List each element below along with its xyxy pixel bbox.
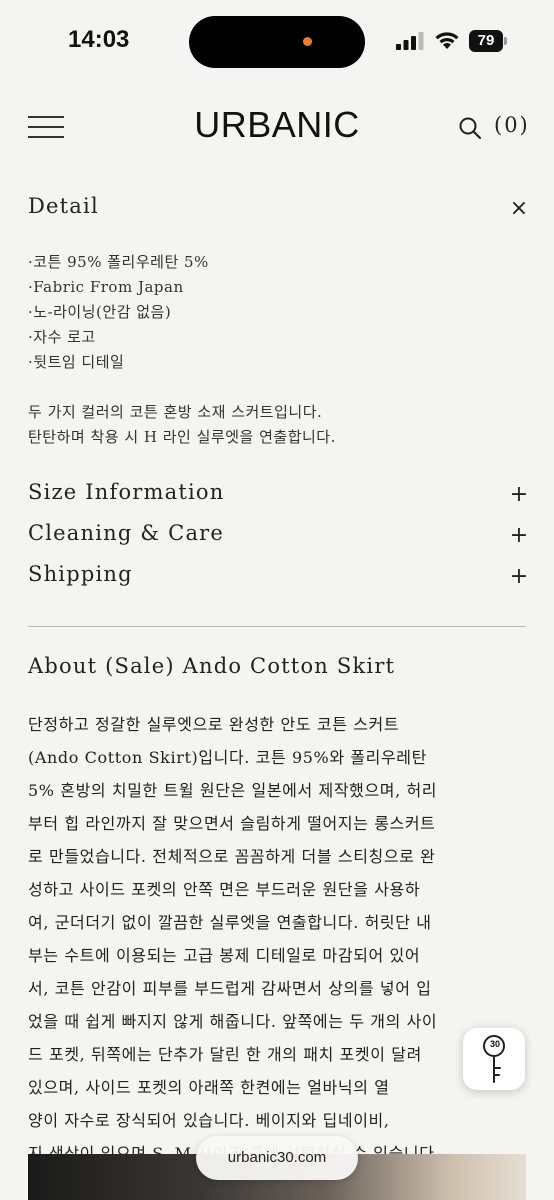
- browser-address-bar[interactable]: urbanic30.com: [196, 1136, 358, 1180]
- detail-bullet: ·뒷트임 디테일: [28, 353, 125, 371]
- detail-description: 두 가지 컬러의 코튼 혼방 소재 스커트입니다. 탄탄하며 착용 시 H 라인…: [28, 400, 336, 450]
- about-line: 있으며, 사이드 포켓의 아래쪽 한켠에는 얼바닉의 열: [28, 1078, 390, 1097]
- detail-bullet: ·노-라이닝(안감 없음): [28, 303, 172, 321]
- shipping-title[interactable]: Shipping: [28, 562, 133, 586]
- about-line: (Ando Cotton Skirt)입니다. 코튼 95%와 폴리우레탄: [28, 748, 427, 767]
- detail-description-line: 탄탄하며 착용 시 H 라인 실루엣을 연출합니다.: [28, 428, 336, 446]
- shipping-expand-icon[interactable]: +: [508, 564, 530, 589]
- coupon-floating-button[interactable]: 30: [463, 1028, 525, 1090]
- about-line: 5% 혼방의 치밀한 트윌 원단은 일본에서 제작했으며, 허리: [28, 781, 438, 800]
- about-line: 부터 힙 라인까지 잘 맞으면서 슬림하게 떨어지는 롱스커트: [28, 814, 436, 833]
- about-line: 여, 군더더기 없이 깔끔한 실루엣을 연출합니다. 허릿단 내: [28, 913, 432, 932]
- about-line: 성하고 사이드 포켓의 안쪽 면은 부드러운 원단을 사용하: [28, 880, 421, 899]
- section-divider: [28, 626, 526, 627]
- cleaning-care-expand-icon[interactable]: +: [508, 523, 530, 548]
- cellular-signal-icon: [396, 32, 424, 50]
- detail-bullet-list: ·코튼 95% 폴리우레탄 5% ·Fabric From Japan ·노-라…: [28, 250, 209, 375]
- status-time: 14:03: [68, 26, 130, 53]
- about-line: 었을 때 쉽게 빠지지 않게 해줍니다. 앞쪽에는 두 개의 사이: [28, 1012, 438, 1031]
- status-bar: 14:03 79: [0, 0, 554, 84]
- wifi-icon: [435, 32, 459, 49]
- privacy-indicator-dot: [303, 37, 312, 46]
- cart-button[interactable]: (0): [494, 113, 530, 137]
- detail-bullet: ·자수 로고: [28, 328, 96, 346]
- dynamic-island: [189, 16, 365, 68]
- about-title: About (Sale) Ando Cotton Skirt: [28, 654, 396, 678]
- size-information-title[interactable]: Size Information: [28, 480, 225, 504]
- coupon-number: 30: [489, 1039, 500, 1049]
- about-line: 드 포켓, 뒤쪽에는 단추가 달린 한 개의 패치 포켓이 달려: [28, 1045, 422, 1064]
- search-icon[interactable]: [458, 116, 482, 140]
- detail-description-line: 두 가지 컬러의 코튼 혼방 소재 스커트입니다.: [28, 403, 323, 421]
- detail-bullet: ·Fabric From Japan: [28, 278, 184, 296]
- detail-bullet: ·코튼 95% 폴리우레탄 5%: [28, 253, 209, 271]
- battery-level: 79: [469, 30, 503, 52]
- about-line: 부는 수트에 이용되는 고급 봉제 디테일로 마감되어 있어: [28, 946, 421, 965]
- cleaning-care-title[interactable]: Cleaning & Care: [28, 521, 224, 545]
- about-line: 단정하고 정갈한 실루엣으로 완성한 안도 코튼 스커트: [28, 715, 400, 734]
- detail-close-icon[interactable]: ×: [508, 196, 530, 221]
- about-line: 로 만들었습니다. 전체적으로 꼼꼼하게 더블 스티칭으로 완: [28, 847, 436, 866]
- detail-section-title[interactable]: Detail: [28, 194, 99, 218]
- about-line: 양이 자수로 장식되어 있습니다. 베이지와 딥네이비,: [28, 1111, 390, 1130]
- size-information-expand-icon[interactable]: +: [508, 482, 530, 507]
- battery-cap: [504, 37, 507, 45]
- battery-indicator: 79: [469, 30, 507, 52]
- about-line: 서, 코튼 안감이 피부를 부드럽게 감싸면서 상의를 넣어 입: [28, 979, 432, 998]
- site-header: URBANIC (0): [0, 96, 554, 160]
- about-description: 단정하고 정갈한 실루엣으로 완성한 안도 코튼 스커트 (Ando Cotto…: [28, 708, 526, 1170]
